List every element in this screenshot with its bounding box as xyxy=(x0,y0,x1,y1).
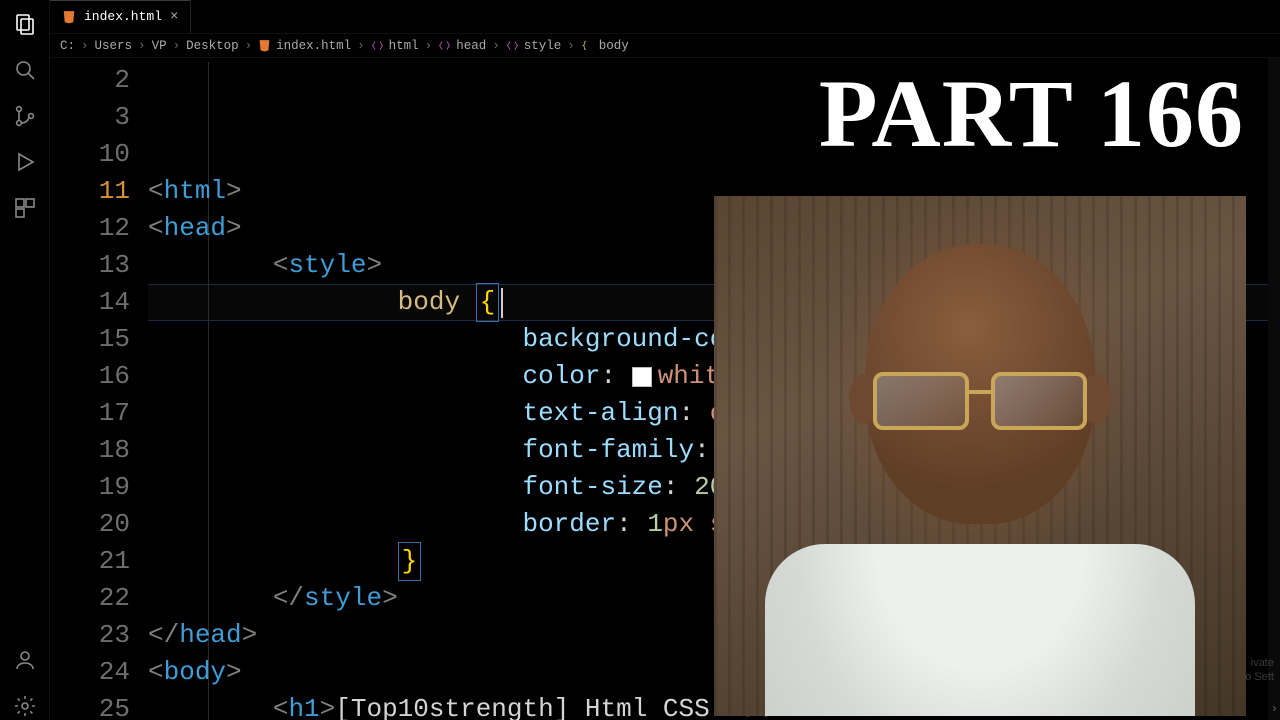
breadcrumb-symbol[interactable]: head xyxy=(438,39,486,53)
breadcrumb-seg[interactable]: C: xyxy=(60,39,75,53)
tab-filename: index.html xyxy=(84,9,162,24)
explorer-icon[interactable] xyxy=(11,10,39,38)
windows-activation-watermark: ivate o Sett xyxy=(1245,656,1274,684)
breadcrumb-seg[interactable]: Users xyxy=(95,39,133,53)
breadcrumb-symbol[interactable]: html xyxy=(371,39,419,53)
line-number: 12 xyxy=(50,210,130,247)
line-number: 23 xyxy=(50,617,130,654)
breadcrumb[interactable]: C:› Users› VP› Desktop› index.html › htm… xyxy=(50,34,1280,58)
line-number: 14 xyxy=(50,284,130,321)
line-number: 15 xyxy=(50,321,130,358)
line-number: 24 xyxy=(50,654,130,691)
scroll-right-arrow-icon[interactable]: › xyxy=(1271,702,1278,716)
line-number: 20 xyxy=(50,506,130,543)
line-number: 13 xyxy=(50,247,130,284)
app-root: index.html × C:› Users› VP› Desktop› ind… xyxy=(0,0,1280,720)
line-number: 25 xyxy=(50,691,130,720)
line-number: 18 xyxy=(50,432,130,469)
line-number: 19 xyxy=(50,469,130,506)
activity-bar xyxy=(0,0,50,720)
breadcrumb-file[interactable]: index.html xyxy=(258,39,351,53)
line-number: 2 xyxy=(50,62,130,99)
video-title-overlay: PART 166 xyxy=(819,58,1244,169)
line-number: 10 xyxy=(50,136,130,173)
line-number-gutter: 2310111213141516171819202122232425 xyxy=(50,58,148,720)
breadcrumb-seg[interactable]: Desktop xyxy=(186,39,239,53)
accounts-icon[interactable] xyxy=(11,646,39,674)
presenter-figure xyxy=(865,244,1095,524)
line-number: 21 xyxy=(50,543,130,580)
line-number: 11 xyxy=(50,173,130,210)
webcam-panel xyxy=(714,196,1246,716)
breadcrumb-seg[interactable]: VP xyxy=(152,39,167,53)
editor-tabs: index.html × xyxy=(50,0,1280,34)
line-number: 17 xyxy=(50,395,130,432)
extensions-icon[interactable] xyxy=(11,194,39,222)
tab-close-icon[interactable]: × xyxy=(170,10,178,24)
line-number: 3 xyxy=(50,99,130,136)
html-file-icon xyxy=(62,10,76,24)
search-icon[interactable] xyxy=(11,56,39,84)
breadcrumb-symbol[interactable]: body xyxy=(581,39,629,53)
source-control-icon[interactable] xyxy=(11,102,39,130)
line-number: 16 xyxy=(50,358,130,395)
vertical-scrollbar[interactable]: › xyxy=(1268,58,1280,720)
line-number: 22 xyxy=(50,580,130,617)
tab-index-html[interactable]: index.html × xyxy=(50,0,191,33)
run-debug-icon[interactable] xyxy=(11,148,39,176)
settings-icon[interactable] xyxy=(11,692,39,720)
breadcrumb-symbol[interactable]: style xyxy=(506,39,562,53)
